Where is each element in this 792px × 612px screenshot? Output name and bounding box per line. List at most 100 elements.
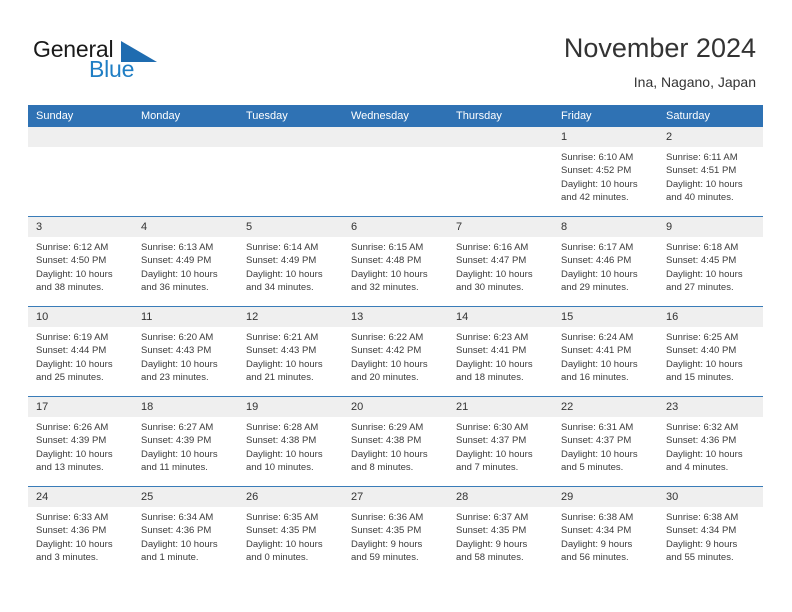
day-number: 1 [553, 127, 658, 147]
calendar-day-cell[interactable]: 18 Sunrise: 6:27 AM Sunset: 4:39 PM Dayligh… [133, 396, 238, 487]
day-number: 24 [28, 487, 133, 507]
day-details: Sunrise: 6:15 AM Sunset: 4:48 PM Daylight:… [343, 237, 448, 295]
calendar-day-cell[interactable]: 2 Sunrise: 6:11 AM Sunset: 4:51 PM Daylight… [658, 127, 763, 217]
page-title: November 2024 [563, 33, 756, 63]
sunset-text: Sunset: 4:35 PM [456, 525, 527, 537]
calendar-day-cell[interactable]: 13 Sunrise: 6:22 AM Sunset: 4:42 PM Dayligh… [343, 306, 448, 397]
day-details: Sunrise: 6:20 AM Sunset: 4:43 PM Daylight:… [133, 327, 238, 385]
daylight-text: Daylight: 10 hours [36, 358, 113, 370]
calendar-day-cell[interactable]: 15 Sunrise: 6:24 AM Sunset: 4:41 PM Dayligh… [553, 306, 658, 397]
day-details: Sunrise: 6:23 AM Sunset: 4:41 PM Daylight:… [448, 327, 553, 385]
brand-logo[interactable]: General Blue [33, 36, 213, 86]
calendar-day-cell[interactable]: 21 Sunrise: 6:30 AM Sunset: 4:37 PM Dayligh… [448, 396, 553, 487]
day-details: Sunrise: 6:14 AM Sunset: 4:49 PM Daylight:… [238, 237, 343, 295]
daylight-text: and 32 minutes. [351, 282, 419, 294]
calendar-day-cell[interactable]: 30 Sunrise: 6:38 AM Sunset: 4:34 PM Dayligh… [658, 486, 763, 576]
sunset-text: Sunset: 4:51 PM [666, 165, 737, 177]
day-details: Sunrise: 6:38 AM Sunset: 4:34 PM Daylight:… [658, 507, 763, 565]
calendar-table: Sunday Monday Tuesday Wednesday Thursday Frid… [28, 105, 763, 576]
sunset-text: Sunset: 4:43 PM [246, 345, 317, 357]
day-number: 30 [658, 487, 763, 507]
daylight-text: and 21 minutes. [246, 372, 314, 384]
day-number: 21 [448, 397, 553, 417]
calendar-day-cell[interactable]: 6 Sunrise: 6:15 AM Sunset: 4:48 PM Daylight… [343, 216, 448, 307]
daylight-text: and 29 minutes. [561, 282, 629, 294]
day-details: Sunrise: 6:32 AM Sunset: 4:36 PM Daylight:… [658, 417, 763, 475]
sunset-text: Sunset: 4:42 PM [351, 345, 422, 357]
day-details: Sunrise: 6:17 AM Sunset: 4:46 PM Daylight:… [553, 237, 658, 295]
calendar-day-cell[interactable]: 16 Sunrise: 6:25 AM Sunset: 4:40 PM Dayligh… [658, 306, 763, 397]
title-block: November 2024 Ina, Nagano, Japan [564, 32, 756, 92]
day-number [28, 127, 133, 147]
calendar-day-cell[interactable]: 26 Sunrise: 6:35 AM Sunset: 4:35 PM Dayligh… [238, 486, 343, 576]
day-number: 15 [553, 307, 658, 327]
daylight-text: and 40 minutes. [666, 192, 734, 204]
day-details: Sunrise: 6:21 AM Sunset: 4:43 PM Daylight:… [238, 327, 343, 385]
daylight-text: and 30 minutes. [456, 282, 524, 294]
daylight-text: and 5 minutes. [561, 462, 624, 474]
sunrise-text: Sunrise: 6:26 AM [36, 422, 109, 433]
calendar-day-cell[interactable]: 7 Sunrise: 6:16 AM Sunset: 4:47 PM Daylight… [448, 216, 553, 307]
calendar-day-cell[interactable]: 19 Sunrise: 6:28 AM Sunset: 4:38 PM Dayligh… [238, 396, 343, 487]
daylight-text: and 11 minutes. [141, 462, 208, 474]
daylight-text: and 25 minutes. [36, 372, 104, 384]
daylight-text: Daylight: 10 hours [36, 538, 113, 550]
sunset-text: Sunset: 4:41 PM [456, 345, 527, 357]
daylight-text: and 7 minutes. [456, 462, 519, 474]
calendar-day-cell[interactable]: 29 Sunrise: 6:38 AM Sunset: 4:34 PM Dayligh… [553, 486, 658, 576]
day-details: Sunrise: 6:13 AM Sunset: 4:49 PM Daylight:… [133, 237, 238, 295]
calendar-day-cell[interactable]: 24 Sunrise: 6:33 AM Sunset: 4:36 PM Dayligh… [28, 486, 133, 576]
day-number: 11 [133, 307, 238, 327]
daylight-text: Daylight: 10 hours [246, 538, 323, 550]
daylight-text: and 20 minutes. [351, 372, 419, 384]
daylight-text: and 13 minutes. [36, 462, 104, 474]
calendar-day-cell[interactable]: 28 Sunrise: 6:37 AM Sunset: 4:35 PM Dayligh… [448, 486, 553, 576]
daylight-text: and 36 minutes. [141, 282, 209, 294]
calendar-day-cell[interactable]: 4 Sunrise: 6:13 AM Sunset: 4:49 PM Daylight… [133, 216, 238, 307]
day-number: 27 [343, 487, 448, 507]
calendar-day-cell[interactable]: 27 Sunrise: 6:36 AM Sunset: 4:35 PM Dayligh… [343, 486, 448, 576]
calendar-day-cell[interactable]: 23 Sunrise: 6:32 AM Sunset: 4:36 PM Dayligh… [658, 396, 763, 487]
calendar-body: 1 Sunrise: 6:10 AM Sunset: 4:52 PM Daylight… [28, 127, 763, 576]
sunrise-text: Sunrise: 6:30 AM [456, 422, 529, 433]
daylight-text: Daylight: 10 hours [141, 268, 218, 280]
calendar-day-cell[interactable]: 9 Sunrise: 6:18 AM Sunset: 4:45 PM Daylight… [658, 216, 763, 307]
day-number: 23 [658, 397, 763, 417]
day-details: Sunrise: 6:16 AM Sunset: 4:47 PM Daylight:… [448, 237, 553, 295]
day-number: 8 [553, 217, 658, 237]
day-number [133, 127, 238, 147]
calendar-day-cell[interactable]: 17 Sunrise: 6:26 AM Sunset: 4:39 PM Dayligh… [28, 396, 133, 487]
sunrise-text: Sunrise: 6:15 AM [351, 242, 424, 253]
daylight-text: and 4 minutes. [666, 462, 729, 474]
daylight-text: Daylight: 10 hours [36, 268, 113, 280]
calendar-day-cell[interactable]: 25 Sunrise: 6:34 AM Sunset: 4:36 PM Dayligh… [133, 486, 238, 576]
sunrise-text: Sunrise: 6:17 AM [561, 242, 634, 253]
sunset-text: Sunset: 4:35 PM [246, 525, 317, 537]
calendar-day-cell[interactable]: 12 Sunrise: 6:21 AM Sunset: 4:43 PM Dayligh… [238, 306, 343, 397]
sunrise-text: Sunrise: 6:27 AM [141, 422, 214, 433]
calendar-day-cell[interactable]: 14 Sunrise: 6:23 AM Sunset: 4:41 PM Dayligh… [448, 306, 553, 397]
daylight-text: Daylight: 10 hours [666, 358, 743, 370]
day-number [448, 127, 553, 147]
sunset-text: Sunset: 4:41 PM [561, 345, 632, 357]
day-details: Sunrise: 6:22 AM Sunset: 4:42 PM Daylight:… [343, 327, 448, 385]
day-number: 3 [28, 217, 133, 237]
calendar-day-cell[interactable]: 10 Sunrise: 6:19 AM Sunset: 4:44 PM Dayligh… [28, 306, 133, 397]
daylight-text: Daylight: 10 hours [351, 358, 428, 370]
sunrise-text: Sunrise: 6:25 AM [666, 332, 739, 343]
calendar-day-cell[interactable]: 20 Sunrise: 6:29 AM Sunset: 4:38 PM Dayligh… [343, 396, 448, 487]
calendar-day-cell[interactable]: 1 Sunrise: 6:10 AM Sunset: 4:52 PM Daylight… [553, 127, 658, 217]
calendar-day-cell-empty [28, 127, 133, 217]
calendar-day-cell[interactable]: 22 Sunrise: 6:31 AM Sunset: 4:37 PM Dayligh… [553, 396, 658, 487]
daylight-text: Daylight: 10 hours [246, 358, 323, 370]
calendar-day-cell[interactable]: 3 Sunrise: 6:12 AM Sunset: 4:50 PM Daylight… [28, 216, 133, 307]
calendar-week-row: 17 Sunrise: 6:26 AM Sunset: 4:39 PM Dayligh… [28, 396, 763, 487]
calendar-day-cell[interactable]: 8 Sunrise: 6:17 AM Sunset: 4:46 PM Daylight… [553, 216, 658, 307]
calendar-day-cell[interactable]: 5 Sunrise: 6:14 AM Sunset: 4:49 PM Daylight… [238, 216, 343, 307]
daylight-text: and 38 minutes. [36, 282, 104, 294]
daylight-text: and 56 minutes. [561, 552, 629, 564]
day-details: Sunrise: 6:10 AM Sunset: 4:52 PM Daylight:… [553, 147, 658, 205]
daylight-text: and 27 minutes. [666, 282, 734, 294]
calendar-day-cell[interactable]: 11 Sunrise: 6:20 AM Sunset: 4:43 PM Dayligh… [133, 306, 238, 397]
day-number [238, 127, 343, 147]
